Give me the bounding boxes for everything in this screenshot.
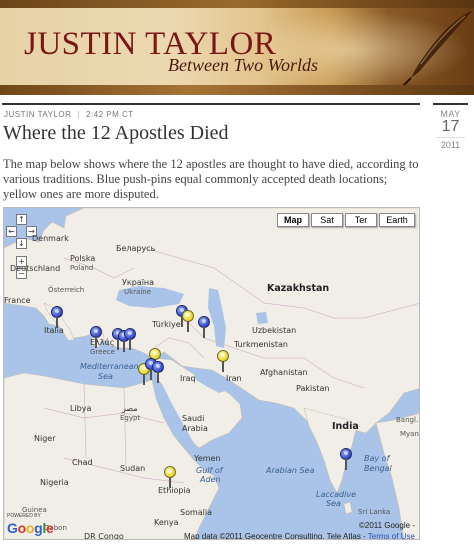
map-pin-rome[interactable] xyxy=(51,306,63,328)
label-ukraine: Україна xyxy=(122,278,155,287)
pan-down-button[interactable]: ↓ xyxy=(16,238,27,249)
label-gulf-of-aden-2: Aden xyxy=(200,475,221,484)
label-uzbekistan: Uzbekistan xyxy=(252,326,297,335)
pan-up-button[interactable]: ↑ xyxy=(16,214,27,225)
map-type-satellite-button[interactable]: Sat xyxy=(311,213,343,227)
map-type-terrain-button[interactable]: Ter xyxy=(345,213,377,227)
map-attribution: Map data ©2011 Geocentre Consulting, Tel… xyxy=(184,532,415,540)
post-time[interactable]: 2:42 PM CT xyxy=(86,110,134,119)
label-denmark: Denmark xyxy=(32,234,69,243)
label-laccadive-2: Sea xyxy=(326,499,341,508)
label-nigeria: Nigeria xyxy=(40,478,69,487)
label-iraq: Iraq xyxy=(180,374,196,383)
label-germany: Deutschland xyxy=(10,264,61,273)
label-bay-of-bengal: Bay of xyxy=(364,454,390,463)
label-sudan: Sudan xyxy=(120,464,146,473)
post-meta: JUSTIN TAYLOR | 2:42 PM CT xyxy=(4,110,134,119)
label-kazakhstan: Kazakhstan xyxy=(267,283,330,294)
post-date-box: MAY 17 2011 xyxy=(433,103,468,153)
blog-subtitle: Between Two Worlds xyxy=(168,55,319,75)
map-type-map-button[interactable]: Map xyxy=(277,213,309,227)
label-ukraine-en: Ukraine xyxy=(124,288,152,296)
label-egypt-ar: مصر xyxy=(122,404,138,413)
label-pakistan: Pakistan xyxy=(296,384,330,393)
label-france: France xyxy=(4,296,31,305)
label-niger: Niger xyxy=(34,434,56,443)
label-turkmenistan: Turkmenistan xyxy=(234,340,288,349)
label-saudi: Saudi xyxy=(182,414,205,423)
label-somalia: Somalia xyxy=(180,508,213,517)
map-pin-greece-1[interactable] xyxy=(90,326,102,348)
map-pin-persia[interactable] xyxy=(217,350,229,372)
label-india: India xyxy=(332,421,359,432)
label-mediterranean: Mediterranean xyxy=(80,362,139,371)
quill-pen-icon xyxy=(400,10,473,88)
label-mediterranean-2: Sea xyxy=(98,372,113,381)
label-kenya: Kenya xyxy=(154,518,179,527)
label-gulf-of-aden: Gulf of xyxy=(196,466,223,475)
label-libya: Libya xyxy=(70,404,92,413)
powered-by-label: POWERED BY xyxy=(7,513,41,519)
label-egypt: Egypt xyxy=(120,414,141,422)
terms-of-use-link[interactable]: Terms of Use xyxy=(368,532,415,539)
map-pin-armenia-3[interactable] xyxy=(198,316,210,338)
map-pin-armenia-2[interactable] xyxy=(182,310,194,332)
map-type-earth-button[interactable]: Earth xyxy=(379,213,415,227)
map-pin-ethiopia[interactable] xyxy=(164,466,176,488)
label-arabian-sea: Arabian Sea xyxy=(266,466,315,475)
map-data-credit: Map data ©2011 Geocentre Consulting, Tel… xyxy=(184,532,366,540)
label-bay-of-bengal-2: Bengal xyxy=(364,464,392,473)
date-year: 2011 xyxy=(436,137,465,150)
post-body-text: The map below shows where the 12 apostle… xyxy=(3,157,419,201)
date-day: 17 xyxy=(441,118,460,135)
label-bangladesh: Bangl... xyxy=(396,416,420,424)
label-poland: Polska xyxy=(70,254,96,263)
post-divider xyxy=(2,103,420,105)
blog-header-banner[interactable]: JUSTIN TAYLOR Between Two Worlds xyxy=(0,0,474,95)
google-logo[interactable]: Google xyxy=(7,520,54,536)
label-poland-en: Poland xyxy=(70,264,94,272)
label-chad: Chad xyxy=(72,458,93,467)
label-yemen: Yemen xyxy=(194,454,221,463)
map-copyright: ©2011 Google - xyxy=(358,521,415,530)
post-title[interactable]: Where the 12 Apostles Died xyxy=(3,122,229,145)
label-sri-lanka: Sri Lanka xyxy=(358,508,391,516)
post-author[interactable]: JUSTIN TAYLOR xyxy=(4,110,71,119)
label-myanmar: Myanm... xyxy=(400,430,419,438)
label-dr-congo: DR Congo xyxy=(84,532,124,540)
label-afghanistan: Afghanistan xyxy=(260,368,308,377)
map-pin-jerusalem-3[interactable] xyxy=(152,361,164,383)
label-austria: Österreich xyxy=(48,286,85,294)
label-arabia: Arabia xyxy=(182,424,208,433)
label-belarus: Беларусь xyxy=(116,244,156,253)
meta-separator: | xyxy=(77,110,80,119)
pan-left-button[interactable]: ← xyxy=(6,226,17,237)
label-iran: Iran xyxy=(226,374,242,383)
label-laccadive: Laccadive xyxy=(316,490,357,499)
map-pin-india[interactable] xyxy=(340,448,352,470)
map-pin-asia-minor-2[interactable] xyxy=(124,328,136,350)
embedded-google-map[interactable]: Map Sat Ter Earth ↑ ← → ↓ + − Denmark Бе… xyxy=(3,207,420,540)
map-geography xyxy=(4,208,419,539)
